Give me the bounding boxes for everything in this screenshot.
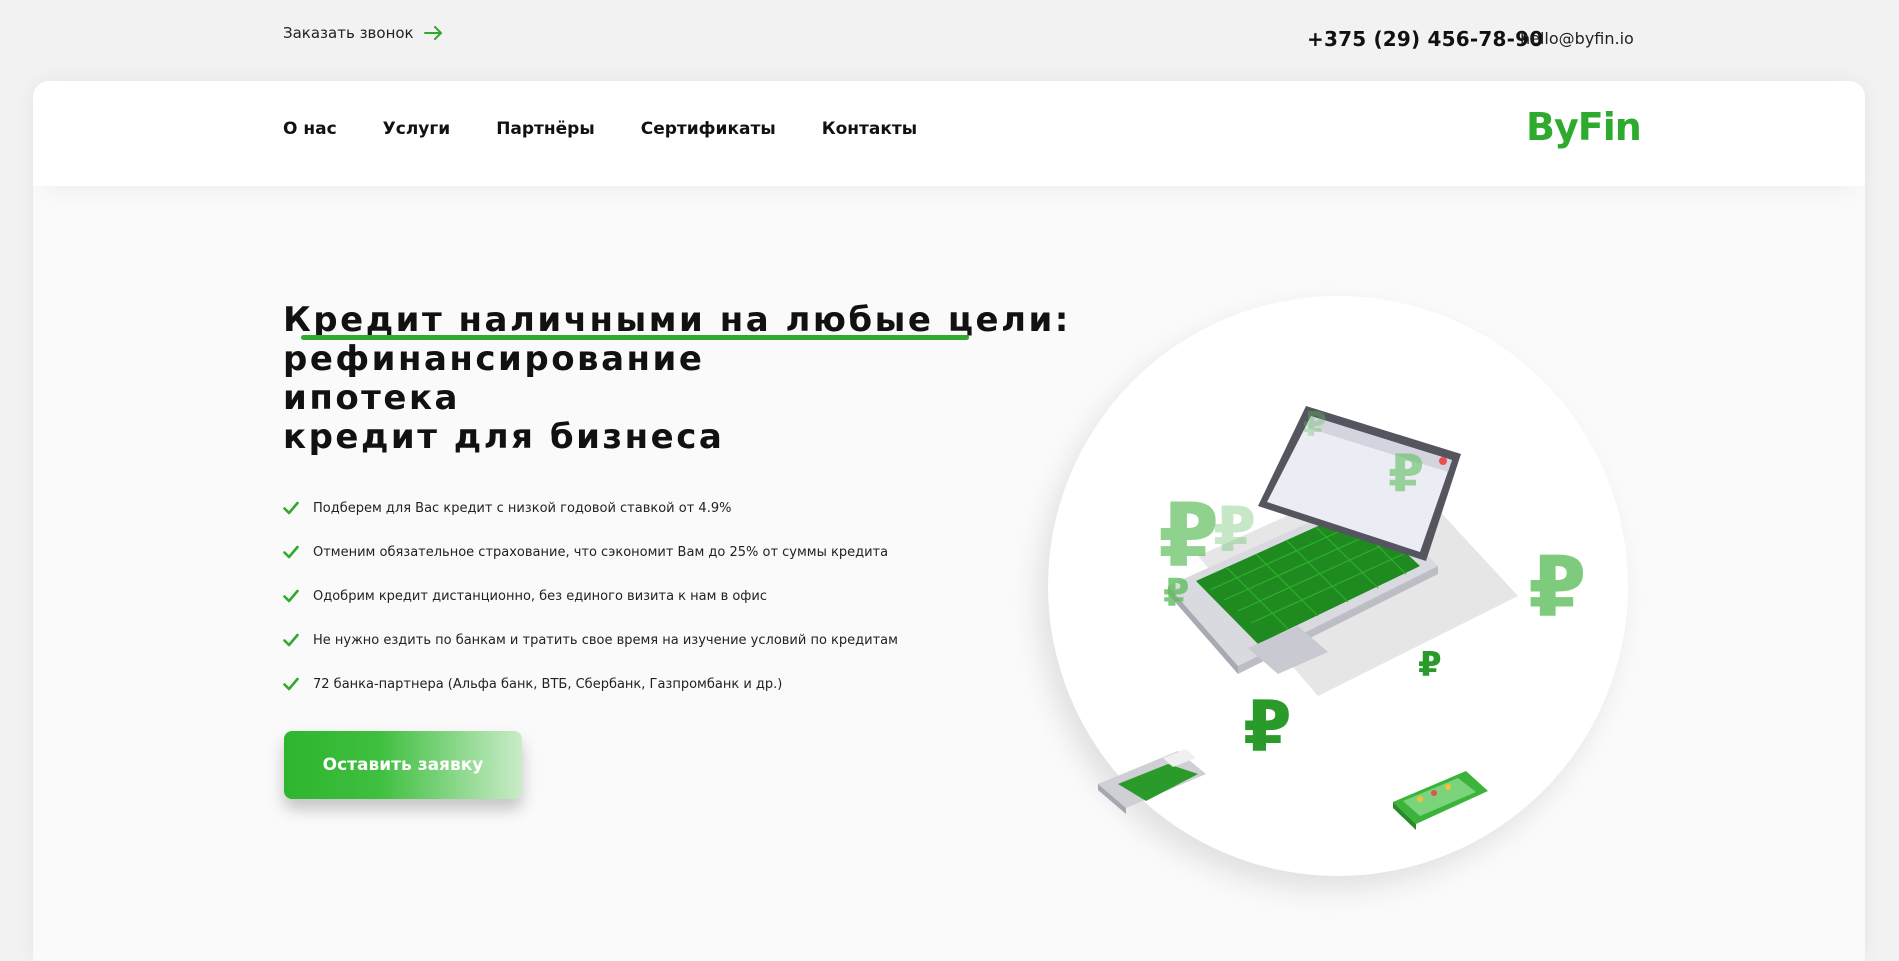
nav-item-partners[interactable]: Партнёры [496,119,595,139]
svg-text:₽: ₽ [1388,444,1424,504]
checkmark-icon [283,545,299,559]
top-bar: Заказать звонок +375 (29) 456-78-90 hell… [0,0,1899,80]
svg-text:₽: ₽ [1418,645,1442,685]
hero-title-line-3: ипотека [283,378,460,418]
list-item: 72 банка-партнера (Альфа банк, ВТБ, Сбер… [283,662,983,706]
nav-item-contacts[interactable]: Контакты [822,119,917,139]
svg-text:₽: ₽ [1303,405,1327,445]
svg-text:₽: ₽ [1528,538,1586,636]
nav-menu: О нас Услуги Партнёры Сертификаты Контак… [283,119,963,139]
logo[interactable]: ByFin [1526,105,1642,149]
feature-list: Подберем для Вас кредит с низкой годовой… [283,486,983,706]
list-item: Подберем для Вас кредит с низкой годовой… [283,486,983,530]
svg-text:₽: ₽ [1213,493,1256,566]
feature-text: 72 банка-партнера (Альфа банк, ВТБ, Сбер… [313,676,783,692]
email-link[interactable]: hello@byfin.io [1520,29,1634,48]
checkmark-icon [283,501,299,515]
hero-title-line-4: кредит для бизнеса [283,417,725,457]
phone-link[interactable]: +375 (29) 456-78-90 [1307,27,1543,51]
list-item: Отменим обязательное страхование, что сэ… [283,530,983,574]
checkmark-icon [283,677,299,691]
arrow-right-icon [423,26,442,40]
hero-title: Кредит наличными на любые цели: рефинанс… [283,301,1068,457]
callback-label: Заказать звонок [283,24,414,42]
submit-application-button[interactable]: Оставить заявку [284,731,522,799]
main-nav: О нас Услуги Партнёры Сертификаты Контак… [33,81,1865,186]
title-underline [301,335,969,340]
feature-text: Одобрим кредит дистанционно, без единого… [313,588,768,604]
hero-title-line-2: рефинансирование [283,339,705,379]
checkmark-icon [283,589,299,603]
callback-link[interactable]: Заказать звонок [283,24,444,42]
phone-icon [1393,771,1488,830]
svg-text:₽: ₽ [1163,571,1189,615]
feature-text: Не нужно ездить по банкам и тратить свое… [313,632,898,648]
list-item: Не нужно ездить по банкам и тратить свое… [283,618,983,662]
feature-text: Подберем для Вас кредит с низкой годовой… [313,500,732,516]
checkmark-icon [283,633,299,647]
calculator-icon [1098,749,1206,814]
nav-item-certificates[interactable]: Сертификаты [641,119,776,139]
svg-text:₽: ₽ [1243,686,1292,768]
laptop-money-illustration: ₽ ₽ ₽ ₽ ₽ ₽ ₽ ₽ [1098,405,1586,830]
nav-item-services[interactable]: Услуги [383,119,451,139]
nav-item-about[interactable]: О нас [283,119,337,139]
hero-illustration: ₽ ₽ ₽ ₽ ₽ ₽ ₽ ₽ [1048,296,1628,876]
list-item: Одобрим кредит дистанционно, без единого… [283,574,983,618]
feature-text: Отменим обязательное страхование, что сэ… [313,544,889,560]
main-card: О нас Услуги Партнёры Сертификаты Контак… [33,81,1865,961]
